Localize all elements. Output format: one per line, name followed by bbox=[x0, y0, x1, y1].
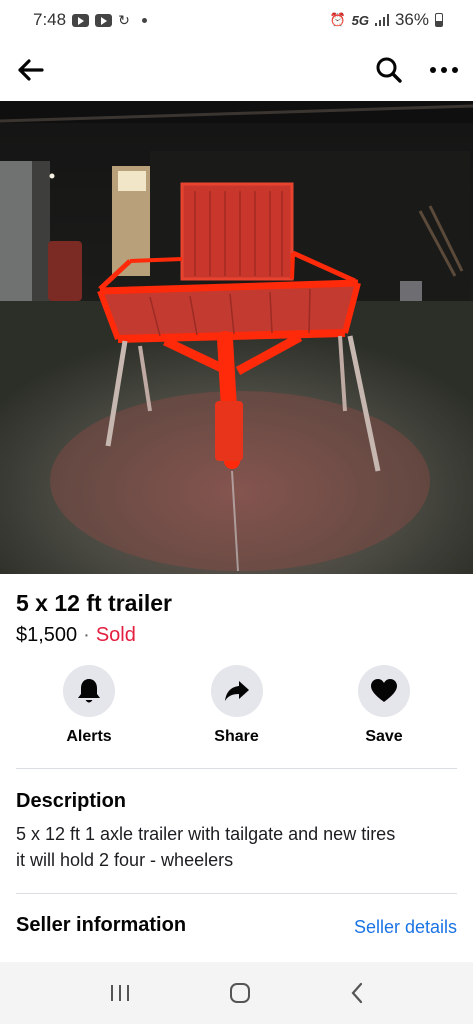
notification-dot-icon bbox=[141, 17, 147, 23]
status-bar: 7:48 ↻ ⏰ 5G 36% bbox=[0, 0, 473, 40]
save-label: Save bbox=[365, 728, 403, 745]
trailer-photo-image bbox=[0, 101, 473, 574]
price-row: $1,500 · Sold bbox=[16, 624, 136, 647]
back-button[interactable] bbox=[18, 59, 44, 81]
share-button[interactable]: Share bbox=[164, 665, 310, 746]
action-row: Alerts Share Save bbox=[16, 665, 457, 746]
recent-apps-icon bbox=[110, 985, 129, 1001]
system-back-button[interactable] bbox=[349, 981, 365, 1005]
back-arrow-icon bbox=[18, 59, 44, 81]
seller-heading: Seller information bbox=[16, 914, 187, 936]
heart-icon bbox=[371, 679, 397, 702]
listing-price: $1,500 bbox=[16, 624, 78, 646]
share-label: Share bbox=[214, 728, 259, 745]
alarm-icon: ⏰ bbox=[329, 12, 346, 27]
save-button[interactable]: Save bbox=[311, 665, 457, 746]
description-heading: Description bbox=[16, 790, 127, 812]
top-nav bbox=[0, 40, 473, 100]
description-text: 5 x 12 ft 1 axle trailer with tailgate a… bbox=[16, 824, 396, 870]
price-separator: · bbox=[83, 624, 90, 646]
more-options-button[interactable] bbox=[429, 66, 459, 74]
status-time: 7:48 bbox=[33, 10, 67, 29]
signal-icon bbox=[374, 14, 389, 26]
status-right: ⏰ 5G 36% bbox=[329, 10, 443, 30]
share-circle bbox=[210, 665, 263, 717]
battery-percent: 36% bbox=[394, 10, 429, 29]
alerts-button[interactable]: Alerts bbox=[16, 665, 162, 746]
divider bbox=[16, 893, 457, 894]
sold-status: Sold bbox=[95, 624, 136, 646]
battery-icon bbox=[435, 13, 443, 27]
youtube-icon bbox=[72, 13, 90, 27]
network-type: 5G bbox=[351, 12, 369, 28]
bell-icon bbox=[78, 679, 100, 703]
alerts-circle bbox=[63, 665, 115, 717]
recent-apps-button[interactable] bbox=[109, 983, 131, 1003]
search-button[interactable] bbox=[375, 56, 403, 84]
more-icon bbox=[430, 67, 458, 73]
sync-icon: ↻ bbox=[118, 11, 130, 28]
home-icon bbox=[229, 983, 250, 1003]
chevron-left-icon bbox=[351, 982, 362, 1004]
home-button[interactable] bbox=[228, 981, 252, 1005]
divider bbox=[16, 768, 457, 769]
seller-details-link[interactable]: Seller details bbox=[354, 917, 457, 938]
search-icon bbox=[376, 57, 402, 83]
share-arrow-icon bbox=[224, 681, 249, 701]
youtube-icon bbox=[95, 13, 113, 27]
save-circle bbox=[358, 665, 410, 717]
alerts-label: Alerts bbox=[66, 728, 112, 745]
listing-photo[interactable] bbox=[0, 101, 473, 574]
system-nav-bar bbox=[0, 962, 473, 1024]
listing-title: 5 x 12 ft trailer bbox=[16, 590, 172, 616]
status-left: 7:48 ↻ bbox=[33, 10, 147, 30]
nav-actions bbox=[375, 56, 459, 84]
